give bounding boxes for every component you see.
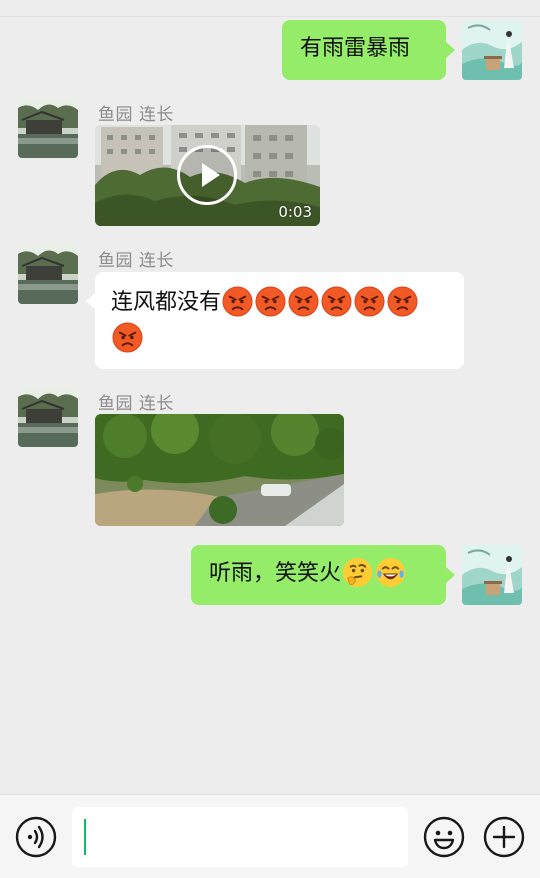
- angry-face-emoji: [288, 285, 319, 317]
- angry-face-emoji: [255, 285, 286, 317]
- contact-avatar[interactable]: [18, 98, 78, 158]
- sender-name: 鱼园 连长: [98, 251, 174, 271]
- contact-avatar[interactable]: [18, 244, 78, 304]
- contact-avatar[interactable]: [18, 387, 78, 447]
- angry-face-emoji: [222, 285, 253, 317]
- sender-name: 鱼园 连长: [98, 394, 174, 414]
- more-functions-button[interactable]: [482, 815, 526, 859]
- image-message[interactable]: [95, 414, 344, 526]
- voice-input-button[interactable]: [14, 815, 58, 859]
- tears-of-joy-emoji: [375, 557, 406, 588]
- top-divider: [0, 16, 540, 17]
- plus-icon: [483, 816, 525, 858]
- emoji-button[interactable]: [422, 815, 466, 859]
- video-message[interactable]: 0:03: [95, 125, 320, 226]
- video-duration: 0:03: [278, 203, 312, 221]
- angry-face-emoji: [112, 321, 143, 353]
- angry-face-emoji: [387, 285, 418, 317]
- message-input[interactable]: [72, 807, 408, 867]
- smiley-icon: [423, 816, 465, 858]
- play-button[interactable]: [177, 145, 237, 205]
- sender-name: 鱼园 连长: [98, 105, 174, 125]
- text-caret: [84, 819, 86, 855]
- bubble-tail: [446, 567, 455, 583]
- self-avatar[interactable]: [462, 20, 522, 80]
- message-text: 有雨雷暴雨: [300, 36, 411, 61]
- bubble-tail: [86, 293, 95, 309]
- play-icon: [202, 163, 220, 187]
- message-bubble-self[interactable]: 听雨，笑笑火: [191, 545, 446, 605]
- bubble-tail: [446, 42, 455, 58]
- self-avatar[interactable]: [462, 545, 522, 605]
- message-text: 连风都没有: [111, 290, 222, 315]
- thinking-face-emoji: [342, 557, 373, 588]
- voice-icon: [15, 816, 57, 858]
- angry-face-emoji: [321, 285, 352, 317]
- message-text: 听雨，笑笑火: [209, 561, 342, 586]
- chat-input-bar: [0, 794, 540, 878]
- message-bubble-self[interactable]: 有雨雷暴雨: [282, 20, 446, 80]
- message-bubble-other[interactable]: 连风都没有: [95, 272, 464, 369]
- angry-face-emoji: [354, 285, 385, 317]
